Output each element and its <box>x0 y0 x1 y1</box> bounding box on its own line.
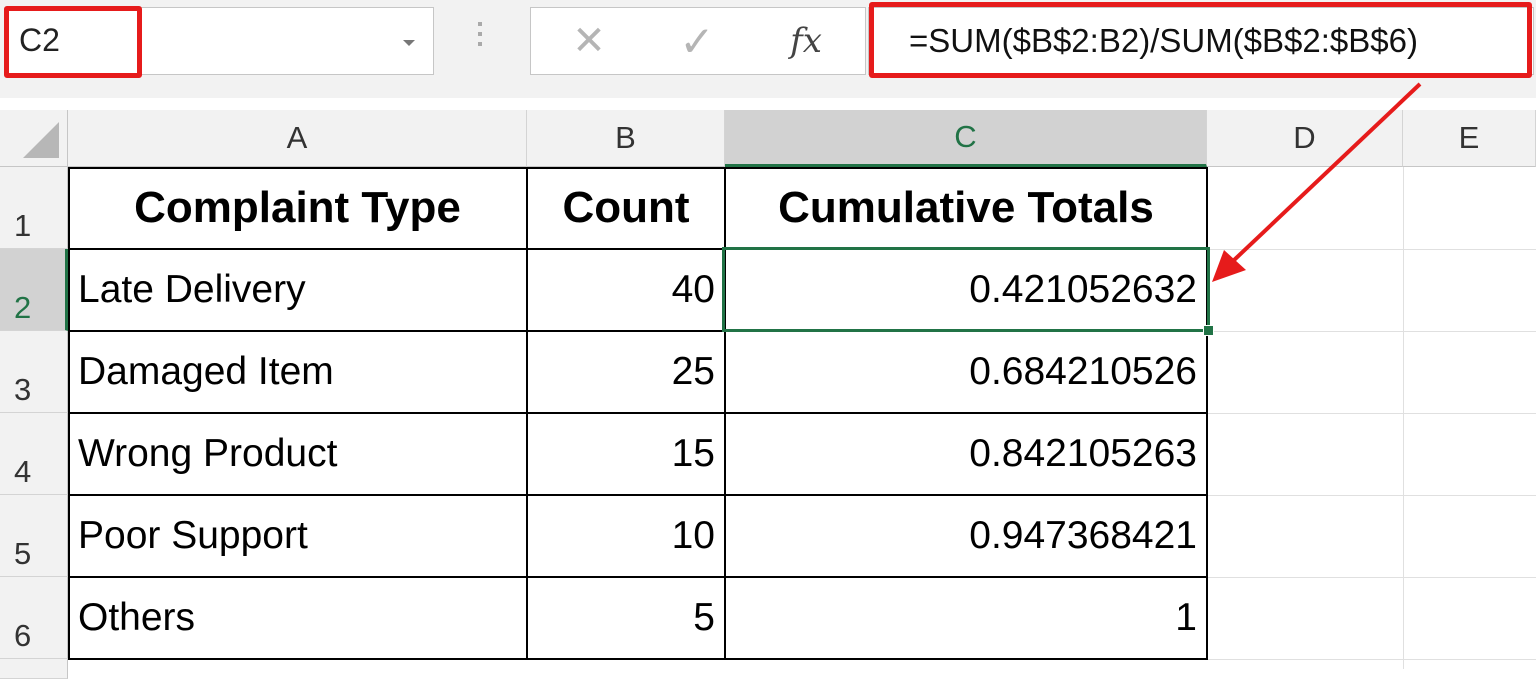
annotation-arrow <box>1212 82 1422 282</box>
